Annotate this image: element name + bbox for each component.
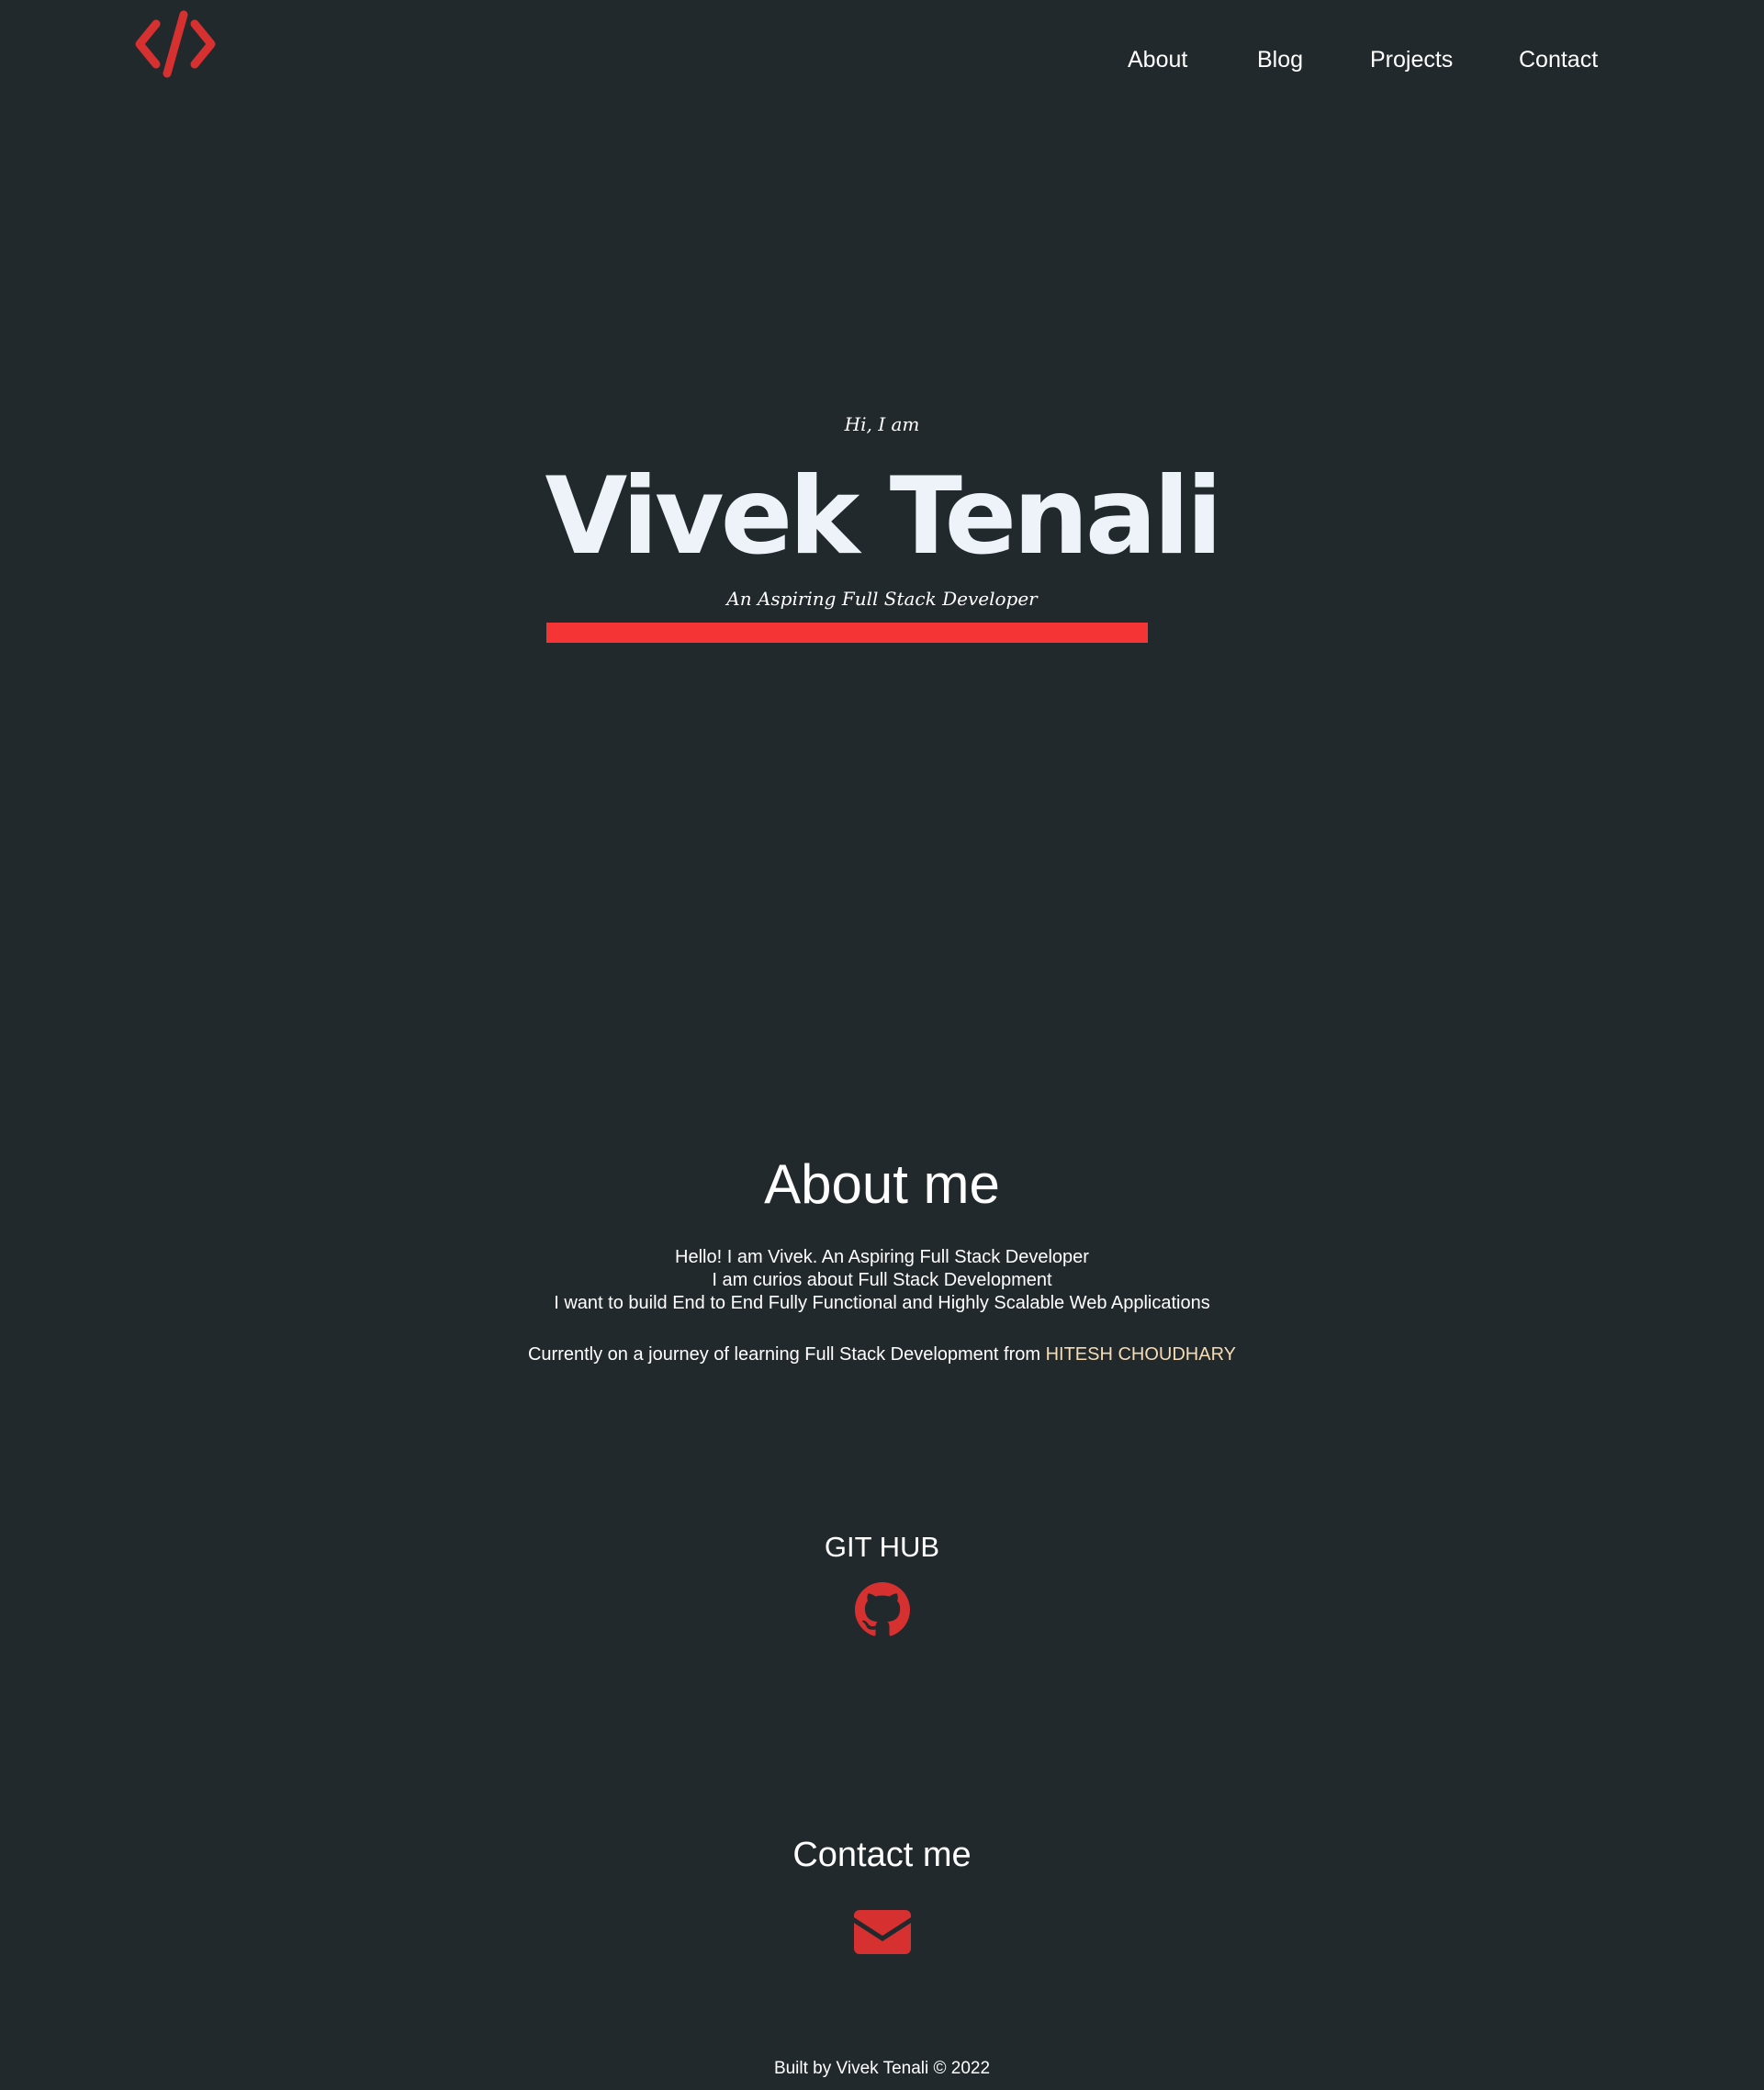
email-link[interactable] — [854, 1910, 911, 1954]
github-heading: GIT HUB — [824, 1531, 940, 1563]
mentor-link[interactable]: HITESH CHOUDHARY — [1046, 1344, 1236, 1365]
nav-link-contact[interactable]: Contact — [1519, 44, 1598, 75]
nav-link-projects[interactable]: Projects — [1370, 44, 1453, 75]
main-nav: About Blog Projects Contact — [0, 44, 1764, 77]
nav-link-about[interactable]: About — [1128, 44, 1187, 75]
about-line: Hello! I am Vivek. An Aspiring Full Stac… — [675, 1247, 1089, 1267]
hero-name: Vivek Tenali — [545, 455, 1222, 579]
nav-link-blog[interactable]: Blog — [1257, 44, 1303, 75]
about-heading: About me — [764, 1153, 1000, 1215]
footer-credit: Built by Vivek Tenali © 2022 — [773, 2059, 991, 2078]
github-link[interactable] — [855, 1582, 910, 1637]
envelope-icon — [854, 1910, 911, 1954]
hero-underline-bar — [546, 623, 1148, 643]
journey-text: Currently on a journey of learning Full … — [527, 1344, 1046, 1365]
about-line: I want to build End to End Fully Functio… — [554, 1293, 1210, 1313]
hero-greeting: Hi, I am — [844, 413, 920, 435]
about-line: I am curios about Full Stack Development — [712, 1270, 1052, 1290]
about-journey: Currently on a journey of learning Full … — [0, 1343, 1764, 1366]
about-description: Hello! I am Vivek. An Aspiring Full Stac… — [0, 1246, 1764, 1315]
github-icon — [855, 1582, 910, 1636]
contact-heading: Contact me — [792, 1836, 972, 1874]
hero-tagline: An Aspiring Full Stack Developer — [726, 588, 1038, 610]
